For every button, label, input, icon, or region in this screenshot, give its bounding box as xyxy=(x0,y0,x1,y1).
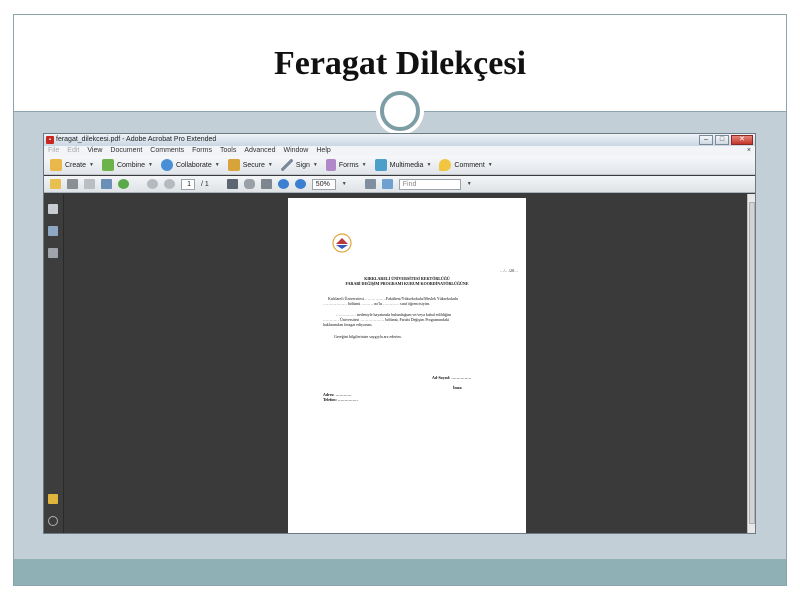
select-tool-icon[interactable] xyxy=(226,179,238,189)
menu-window[interactable]: Window xyxy=(283,146,308,156)
pdf-closing: Gereğini bilgilerinize saygıyla arz eder… xyxy=(334,334,402,339)
menu-comments[interactable]: Comments xyxy=(150,146,184,156)
footer-band xyxy=(14,559,786,585)
acrobat-window: ▪ feragat_dilekcesi.pdf - Adobe Acrobat … xyxy=(43,133,756,534)
create-icon xyxy=(50,159,62,171)
open-folder-icon[interactable] xyxy=(50,179,61,189)
web-capture-icon[interactable] xyxy=(118,179,129,189)
fit-width-icon[interactable] xyxy=(364,179,376,189)
comments-panel-icon[interactable] xyxy=(48,494,58,504)
collaborate-button[interactable]: Collaborate ▼ xyxy=(160,159,220,171)
decorative-ring xyxy=(380,91,420,131)
menu-tools[interactable]: Tools xyxy=(220,146,236,156)
secure-button[interactable]: Secure ▼ xyxy=(227,159,273,171)
zoom-dropdown-icon[interactable]: ▼ xyxy=(342,181,347,187)
create-button[interactable]: Create ▼ xyxy=(50,159,94,171)
pages-panel-icon[interactable] xyxy=(48,204,58,214)
bookmarks-panel-icon[interactable] xyxy=(48,226,58,236)
pdf-signature-label: İmza xyxy=(453,385,462,390)
window-title: feragat_dilekcesi.pdf - Adobe Acrobat Pr… xyxy=(56,136,217,143)
pdf-page: …/…/20… KIRKLARELİ ÜNİVERSİTESİ REKTÖRLÜ… xyxy=(288,198,526,533)
pen-icon xyxy=(280,159,293,171)
pdf-paragraph-1b: ……………… bölümü ……… no'lu ………… sınıf öğren… xyxy=(323,301,431,306)
document-area[interactable]: …/…/20… KIRKLARELİ ÜNİVERSİTESİ REKTÖRLÜ… xyxy=(65,194,747,533)
menu-edit[interactable]: Edit xyxy=(67,146,79,156)
pdf-name-label: Ad-Soyad: …………… xyxy=(432,375,472,380)
find-input[interactable]: Find xyxy=(398,178,461,190)
comment-button[interactable]: Comment ▼ xyxy=(439,159,493,171)
save-icon[interactable] xyxy=(84,179,95,189)
pdf-phone-label: Telefon: …………… xyxy=(323,397,358,402)
email-icon[interactable] xyxy=(101,179,112,189)
zoom-out-icon[interactable] xyxy=(277,179,289,189)
combine-icon xyxy=(101,159,114,171)
page-total: / 1 xyxy=(201,180,209,188)
hand-tool-icon[interactable] xyxy=(243,179,255,189)
navigation-toolbar: 1 / 1 50% ▼ Find ▼ xyxy=(44,176,755,193)
close-button[interactable]: ✕ xyxy=(731,135,753,145)
scrollbar-thumb[interactable] xyxy=(749,202,755,524)
lock-icon xyxy=(227,159,240,171)
menu-advanced[interactable]: Advanced xyxy=(244,146,275,156)
zoom-in-icon[interactable] xyxy=(294,179,306,189)
pdf-paragraph-2c: haklarımdan feragat ediyorum. xyxy=(323,322,373,327)
next-page-icon[interactable] xyxy=(164,179,175,189)
menu-file[interactable]: File xyxy=(48,146,59,156)
university-logo xyxy=(332,233,352,253)
find-dropdown-icon[interactable]: ▼ xyxy=(467,181,472,187)
window-titlebar: ▪ feragat_dilekcesi.pdf - Adobe Acrobat … xyxy=(44,134,755,146)
window-controls: – □ ✕ xyxy=(699,135,753,145)
vertical-scrollbar[interactable] xyxy=(747,194,755,533)
minimize-button[interactable]: – xyxy=(699,135,713,145)
menu-forms[interactable]: Forms xyxy=(192,146,212,156)
marquee-zoom-icon[interactable] xyxy=(260,179,272,189)
menu-document[interactable]: Document xyxy=(110,146,142,156)
pdf-file-icon: ▪ xyxy=(46,136,54,144)
combine-button[interactable]: Combine ▼ xyxy=(101,159,153,171)
forms-button[interactable]: Forms ▼ xyxy=(325,159,367,171)
sign-button[interactable]: Sign ▼ xyxy=(280,159,318,171)
comment-icon xyxy=(439,159,452,171)
maximize-button[interactable]: □ xyxy=(715,135,729,145)
collaborate-icon xyxy=(160,159,173,171)
multimedia-button[interactable]: Multimedia ▼ xyxy=(374,159,431,171)
pdf-heading-2: FARABİ DEĞİŞİM PROGRAMI KURUM KOORDİNATÖ… xyxy=(345,281,469,286)
attachments-panel-icon[interactable] xyxy=(48,516,58,526)
menu-help[interactable]: Help xyxy=(316,146,330,156)
document-close-icon[interactable]: × xyxy=(747,146,751,156)
multimedia-icon xyxy=(374,159,387,171)
forms-icon xyxy=(325,159,336,171)
signatures-panel-icon[interactable] xyxy=(48,248,58,258)
slide-title: Feragat Dilekçesi xyxy=(273,45,527,82)
navigation-pane xyxy=(44,194,64,533)
fit-page-icon[interactable] xyxy=(381,179,393,189)
menu-bar: File Edit View Document Comments Forms T… xyxy=(44,146,755,156)
page-number-input[interactable]: 1 xyxy=(181,178,195,190)
print-icon[interactable] xyxy=(67,179,78,189)
pdf-date: …/…/20… xyxy=(499,268,518,273)
zoom-input[interactable]: 50% xyxy=(311,178,336,190)
previous-page-icon[interactable] xyxy=(147,179,158,189)
tasks-toolbar: Create ▼ Combine ▼ Collaborate ▼ Secure ▼ Si… xyxy=(44,156,755,175)
menu-view[interactable]: View xyxy=(87,146,102,156)
